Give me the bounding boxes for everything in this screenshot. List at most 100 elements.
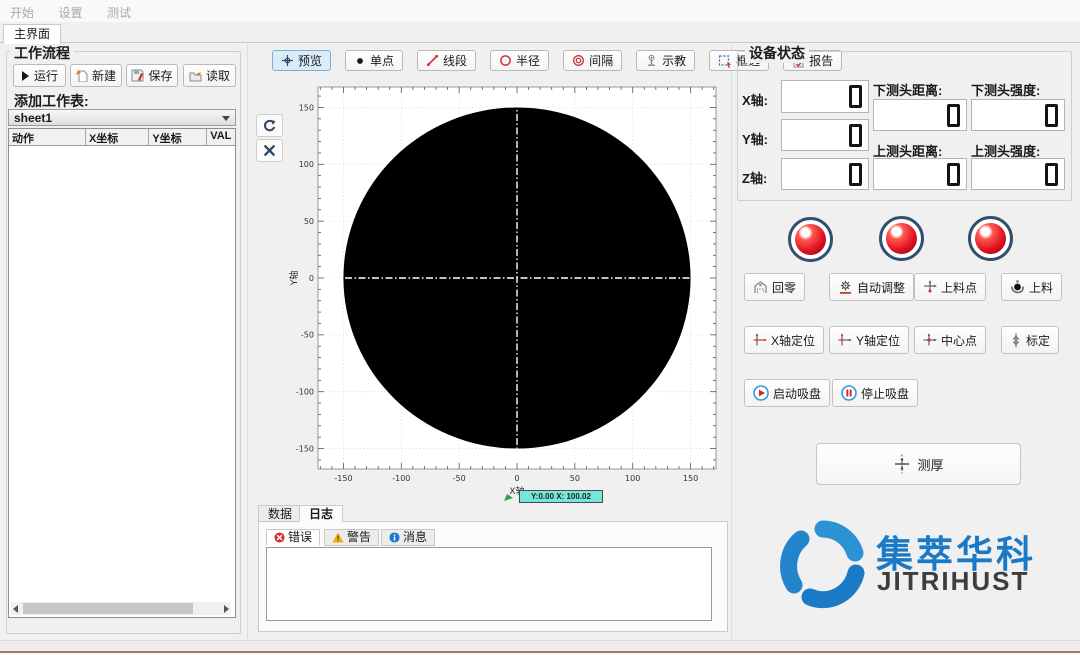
svg-text:100: 100 (625, 474, 640, 483)
tab-warning[interactable]: 警告 (324, 529, 379, 546)
x-axis-locate-icon (753, 333, 767, 347)
calibrate-label: 标定 (1026, 332, 1050, 349)
chevron-down-icon (222, 116, 230, 121)
z-axis-value: 0 (849, 163, 862, 186)
calibrate-button[interactable]: 标定 (1001, 326, 1059, 354)
wafer-chart[interactable]: -150-100-50050100150-150-100-50050100150… (288, 83, 720, 505)
status-led-3 (968, 216, 1013, 261)
thickness-label: 测厚 (917, 455, 943, 474)
error-label: 错误 (288, 530, 312, 545)
svg-text:100: 100 (299, 160, 314, 169)
feed-button[interactable]: 上料 (1001, 273, 1062, 301)
single-point-button[interactable]: 单点 (345, 50, 403, 71)
svg-text:-150: -150 (334, 474, 352, 483)
svg-text:150: 150 (683, 474, 698, 483)
svg-text:50: 50 (570, 474, 580, 483)
menu-test[interactable]: 测试 (97, 0, 141, 21)
teach-button[interactable]: 示教 (636, 50, 695, 71)
start-suction-button[interactable]: 启动吸盘 (744, 379, 830, 407)
menu-bar: 开始 设置 测试 (0, 0, 1080, 22)
close-icon (263, 144, 276, 157)
tab-message[interactable]: 消息 (381, 529, 435, 546)
load-button[interactable]: 读取 (183, 64, 236, 87)
stop-suction-button[interactable]: 停止吸盘 (832, 379, 918, 407)
tab-data[interactable]: 数据 (258, 505, 302, 522)
x-locate-button[interactable]: X轴定位 (744, 326, 824, 354)
svg-text:0: 0 (309, 274, 314, 283)
segment-button[interactable]: 线段 (417, 50, 476, 71)
error-icon (274, 532, 285, 543)
tab-log[interactable]: 日志 (299, 505, 343, 522)
circle-icon (499, 54, 512, 67)
center-point-button[interactable]: 中心点 (914, 326, 986, 354)
divider-left (247, 42, 248, 640)
chart-clear-button[interactable] (256, 139, 283, 162)
sheet-select-value: sheet1 (14, 111, 52, 125)
sheet-select[interactable]: sheet1 (8, 109, 236, 126)
upper-distance-value: 0 (947, 163, 960, 186)
auto-adjust-label: 自动调整 (857, 279, 905, 296)
x-axis-display: 0 (781, 80, 869, 113)
table-hscrollbar[interactable] (11, 602, 231, 615)
save-icon (131, 69, 144, 82)
upper-intensity-display: 0 (971, 158, 1065, 190)
col-action: 动作 (9, 129, 86, 145)
gear-icon (838, 280, 853, 295)
cursor-arrow-icon (504, 494, 514, 502)
interval-button[interactable]: 间隔 (563, 50, 622, 71)
pause-circle-icon (841, 385, 857, 401)
feed-point-button[interactable]: 上料点 (914, 273, 986, 301)
menu-start[interactable]: 开始 (0, 0, 44, 21)
play-icon (21, 71, 30, 81)
lower-distance-label: 下测头距离: (873, 80, 942, 99)
probe-icon (645, 54, 658, 67)
feed-point-label: 上料点 (941, 279, 977, 296)
run-label: 运行 (34, 67, 58, 84)
new-file-icon (76, 69, 88, 82)
scroll-right-icon[interactable] (224, 605, 229, 613)
tab-bar (0, 22, 1080, 43)
svg-text:Y轴: Y轴 (288, 271, 300, 287)
logo-swirl-icon (779, 519, 867, 609)
save-button[interactable]: 保存 (126, 64, 178, 87)
svg-text:-100: -100 (296, 387, 314, 396)
x-locate-label: X轴定位 (771, 332, 815, 349)
svg-text:-50: -50 (453, 474, 466, 483)
col-y: Y坐标 (149, 129, 207, 145)
preview-button[interactable]: 预览 (272, 50, 331, 71)
teach-label: 示教 (662, 52, 686, 69)
new-label: 新建 (92, 67, 116, 84)
wafer-chart-canvas[interactable]: -150-100-50050100150-150-100-50050100150… (288, 83, 720, 505)
x-axis-value: 0 (849, 85, 862, 108)
open-folder-icon (189, 70, 202, 82)
tab-error[interactable]: 错误 (266, 529, 320, 546)
crosshair-point-icon (923, 280, 937, 294)
workflow-table[interactable]: 动作 X坐标 Y坐标 VAL (8, 128, 236, 618)
home-button[interactable]: 回零 (744, 273, 805, 301)
lower-distance-display: 0 (873, 99, 967, 131)
menu-settings[interactable]: 设置 (48, 0, 92, 21)
y-axis-label: Y轴: (742, 129, 768, 148)
col-x: X坐标 (86, 129, 149, 145)
scroll-left-icon[interactable] (13, 605, 18, 613)
single-point-label: 单点 (370, 52, 394, 69)
log-textarea[interactable] (266, 547, 712, 621)
home-label: 回零 (772, 279, 796, 296)
tab-main-page[interactable]: 主界面 (3, 24, 61, 44)
new-button[interactable]: 新建 (70, 64, 122, 87)
chart-reset-button[interactable] (256, 114, 283, 137)
z-axis-label: Z轴: (742, 168, 767, 187)
workflow-table-header: 动作 X坐标 Y坐标 VAL (9, 129, 235, 146)
segment-label: 线段 (443, 52, 467, 69)
upper-distance-display: 0 (873, 158, 967, 190)
thickness-button[interactable]: 测厚 (816, 443, 1021, 485)
warning-label: 警告 (347, 530, 371, 545)
scrollbar-thumb[interactable] (23, 603, 193, 614)
col-val: VAL (207, 129, 235, 145)
auto-adjust-button[interactable]: 自动调整 (829, 273, 914, 301)
y-locate-label: Y轴定位 (856, 332, 900, 349)
play-circle-icon (753, 385, 769, 401)
radius-button[interactable]: 半径 (490, 50, 549, 71)
y-locate-button[interactable]: Y轴定位 (829, 326, 909, 354)
run-button[interactable]: 运行 (13, 64, 66, 87)
